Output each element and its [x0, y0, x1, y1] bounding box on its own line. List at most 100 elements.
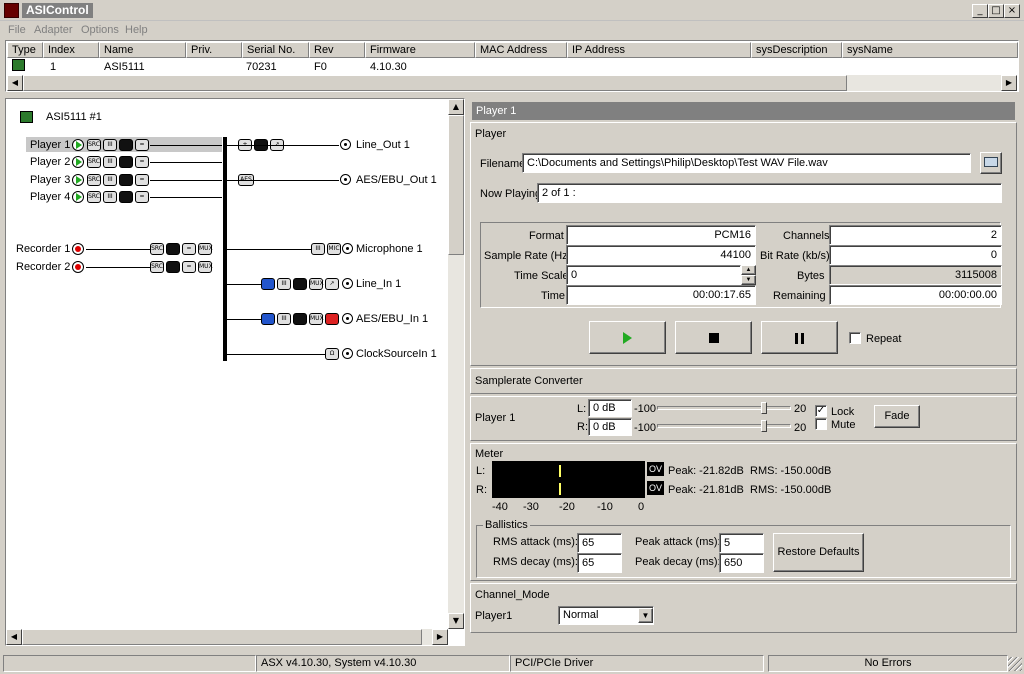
src-module-icon[interactable]: SRC — [87, 191, 101, 203]
meter-module-icon[interactable] — [119, 156, 133, 168]
stop-button[interactable] — [675, 321, 752, 354]
tree-horizontal-scrollbar[interactable]: ◀ ▶ — [6, 629, 448, 645]
rms-attack-input[interactable]: 65 — [577, 533, 622, 553]
col-rev[interactable]: Rev — [309, 42, 365, 58]
col-sysname[interactable]: sysName — [842, 42, 1018, 58]
level-module-icon[interactable]: III — [277, 313, 291, 325]
aes-out-label[interactable]: AES/EBU_Out 1 — [356, 174, 437, 186]
scroll-up-arrow-icon[interactable]: ▲ — [448, 99, 464, 115]
scroll-left-arrow-icon[interactable]: ◀ — [6, 629, 22, 645]
rms-decay-input[interactable]: 65 — [577, 553, 622, 573]
gain-module-icon[interactable] — [261, 278, 275, 290]
play-icon[interactable] — [72, 139, 84, 151]
line-in-label[interactable]: Line_In 1 — [356, 278, 401, 290]
mute-checkbox[interactable] — [815, 418, 827, 430]
mux-module-icon[interactable]: MUX — [198, 261, 213, 273]
play-icon[interactable] — [72, 191, 84, 203]
level-module-icon[interactable]: III — [311, 243, 325, 255]
time-field[interactable]: 00:00:17.65 — [566, 285, 756, 305]
meter-module-icon[interactable] — [293, 313, 307, 325]
minimize-button[interactable]: _ — [972, 4, 988, 18]
mux-module-icon[interactable]: MUX — [309, 313, 324, 325]
meter-module-icon[interactable] — [166, 243, 180, 255]
adapter-node-label[interactable]: ASI5111 #1 — [46, 111, 102, 123]
src-module-icon[interactable]: SRC — [87, 174, 101, 186]
mode-module-icon[interactable]: = — [182, 243, 196, 255]
level-module-icon[interactable]: III — [103, 156, 117, 168]
level-module-icon[interactable]: III — [103, 174, 117, 186]
scroll-thumb[interactable] — [448, 115, 464, 255]
meter-module-icon[interactable] — [119, 139, 133, 151]
src-module-icon[interactable]: SRC — [87, 139, 101, 151]
src-module-icon[interactable]: SRC — [150, 261, 164, 273]
row-serial[interactable]: 70231 — [246, 60, 277, 74]
player-1-label[interactable]: Player 1 — [30, 139, 70, 151]
pause-button[interactable] — [761, 321, 838, 354]
format-field[interactable]: PCM16 — [566, 225, 756, 245]
col-name[interactable]: Name — [99, 42, 186, 58]
scroll-thumb[interactable] — [22, 629, 422, 645]
level-module-icon[interactable]: III — [277, 278, 291, 290]
peak-decay-input[interactable]: 650 — [719, 553, 764, 573]
scroll-left-arrow-icon[interactable]: ◀ — [7, 75, 23, 91]
now-playing-field[interactable]: 2 of 1 : — [537, 183, 1002, 203]
left-db-field[interactable]: 0 dB — [588, 399, 632, 417]
fade-button[interactable]: Fade — [874, 405, 920, 428]
aes-status-module-icon[interactable] — [325, 313, 339, 325]
recorder-2-label[interactable]: Recorder 2 — [16, 261, 70, 273]
menu-adapter[interactable]: Adapter — [34, 24, 73, 36]
player-3-label[interactable]: Player 3 — [30, 174, 70, 186]
mode-module-icon[interactable]: = — [135, 191, 149, 203]
player-2-label[interactable]: Player 2 — [30, 156, 70, 168]
col-priv[interactable]: Priv. — [186, 42, 242, 58]
col-firmware[interactable]: Firmware — [365, 42, 475, 58]
samplerate-field[interactable]: 44100 — [566, 245, 756, 265]
meter-module-icon[interactable] — [119, 191, 133, 203]
left-volume-slider-thumb[interactable] — [761, 402, 767, 414]
timescale-up-arrow-icon[interactable]: ▲ — [741, 265, 756, 275]
col-sysdescription[interactable]: sysDescription — [751, 42, 842, 58]
level-module-icon[interactable]: III — [103, 139, 117, 151]
player-4-label[interactable]: Player 4 — [30, 191, 70, 203]
mic-module-icon[interactable]: MIC — [327, 243, 341, 255]
clock-module-icon[interactable]: Ω — [325, 348, 339, 360]
line-out-label[interactable]: Line_Out 1 — [356, 139, 410, 151]
scroll-right-arrow-icon[interactable]: ▶ — [1001, 75, 1017, 91]
play-icon[interactable] — [72, 174, 84, 186]
src-module-icon[interactable]: SRC — [87, 156, 101, 168]
right-volume-slider-track[interactable] — [657, 424, 791, 428]
tree-vertical-scrollbar[interactable]: ▲ ▼ — [448, 99, 464, 629]
maximize-button[interactable]: □ — [988, 4, 1004, 18]
play-icon[interactable] — [72, 156, 84, 168]
clocksource-label[interactable]: ClockSourceIn 1 — [356, 348, 437, 360]
col-mac[interactable]: MAC Address — [475, 42, 567, 58]
remaining-field[interactable]: 00:00:00.00 — [829, 285, 1002, 305]
mode-module-icon[interactable]: = — [135, 174, 149, 186]
channels-field[interactable]: 2 — [829, 225, 1002, 245]
mode-module-icon[interactable]: = — [135, 139, 149, 151]
mode-module-icon[interactable]: = — [182, 261, 196, 273]
meter-module-icon[interactable] — [119, 174, 133, 186]
recorder-1-label[interactable]: Recorder 1 — [16, 243, 70, 255]
meter-module-icon[interactable] — [293, 278, 307, 290]
left-volume-slider-track[interactable] — [657, 406, 791, 410]
row-rev[interactable]: F0 — [314, 60, 327, 74]
right-volume-slider-thumb[interactable] — [761, 420, 767, 432]
col-type[interactable]: Type — [7, 42, 43, 58]
row-name[interactable]: ASI5111 — [104, 60, 145, 74]
chevron-down-icon[interactable]: ▼ — [638, 608, 653, 623]
col-index[interactable]: Index — [43, 42, 99, 58]
repeat-checkbox[interactable] — [849, 332, 861, 344]
close-button[interactable]: × — [1004, 4, 1020, 18]
mux-module-icon[interactable]: MUX — [309, 278, 324, 290]
meter-module-icon[interactable] — [166, 261, 180, 273]
restore-defaults-button[interactable]: Restore Defaults — [773, 533, 864, 572]
microphone-label[interactable]: Microphone 1 — [356, 243, 423, 255]
record-icon[interactable] — [72, 261, 84, 273]
timescale-down-arrow-icon[interactable]: ▼ — [741, 275, 756, 285]
menu-help[interactable]: Help — [125, 24, 148, 36]
gain-module-icon[interactable] — [261, 313, 275, 325]
aes-in-label[interactable]: AES/EBU_In 1 — [356, 313, 428, 325]
col-ip[interactable]: IP Address — [567, 42, 751, 58]
right-db-field[interactable]: 0 dB — [588, 418, 632, 436]
